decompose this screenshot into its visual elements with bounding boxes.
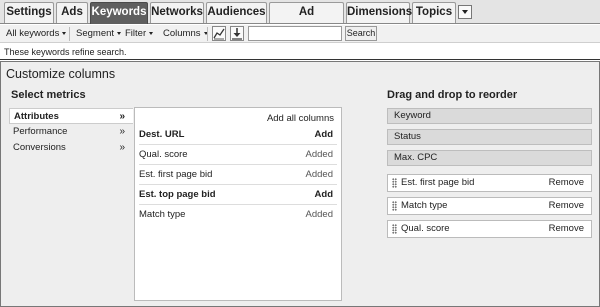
metric-row-est-first-page-bid: Est. first page bid Added <box>139 165 337 185</box>
tab-ads[interactable]: Ads <box>56 2 88 23</box>
metric-row-est-top-page-bid: Est. top page bid Add <box>139 185 337 205</box>
metric-name: Est. first page bid <box>139 169 213 180</box>
metric-added-status: Added <box>305 209 333 220</box>
remove-column-link[interactable]: Remove <box>549 198 584 214</box>
reorder-heading: Drag and drop to reorder <box>387 89 518 101</box>
filter-dropdown[interactable]: Filter <box>125 25 154 43</box>
category-attributes[interactable]: Attributes » <box>9 108 133 124</box>
category-label: Attributes <box>14 111 59 122</box>
double-chevron-right-icon: » <box>119 111 125 122</box>
download-icon <box>232 28 242 40</box>
metric-row-match-type: Match type Added <box>139 205 337 225</box>
chevron-down-icon <box>62 31 67 35</box>
filter-label: Filter <box>125 28 147 39</box>
metric-name: Match type <box>139 209 186 220</box>
tab-dimensions[interactable]: Dimensions <box>346 2 412 23</box>
drag-handle-icon[interactable] <box>392 224 397 234</box>
column-label: Est. first page bid <box>401 177 475 188</box>
category-conversions[interactable]: Conversions » <box>9 140 133 156</box>
tab-keywords[interactable]: Keywords <box>90 2 148 24</box>
fixed-column-max-cpc: Max. CPC <box>387 150 592 166</box>
metric-name: Dest. URL <box>139 129 185 140</box>
tab-bar: Settings Ads Keywords Networks Audiences… <box>0 0 600 37</box>
add-metric-link[interactable]: Add <box>315 129 333 140</box>
category-label: Conversions <box>13 142 66 153</box>
chevron-down-icon <box>149 31 154 35</box>
fixed-column-keyword: Keyword <box>387 108 592 124</box>
double-chevron-right-icon: » <box>119 126 125 137</box>
column-label: Match type <box>401 200 448 211</box>
select-metrics-heading: Select metrics <box>11 89 86 101</box>
tab-ad-extensions[interactable]: Ad extensions <box>269 2 344 37</box>
keyword-hint-text: These keywords refine search. <box>0 44 600 60</box>
metrics-list: Add all columns Dest. URL Add Qual. scor… <box>134 107 342 301</box>
draggable-column-match-type[interactable]: Match type Remove <box>387 197 592 215</box>
segment-dropdown[interactable]: Segment <box>76 25 122 43</box>
category-performance[interactable]: Performance » <box>9 124 133 140</box>
graph-toggle-button[interactable] <box>212 26 226 41</box>
remove-column-link[interactable]: Remove <box>549 221 584 237</box>
tab-audiences[interactable]: Audiences <box>206 2 267 23</box>
panel-title: Customize columns <box>6 67 116 81</box>
search-input[interactable] <box>248 26 342 41</box>
toolbar-divider <box>207 27 208 41</box>
columns-dropdown[interactable]: Columns <box>163 25 208 43</box>
draggable-column-est-first-page-bid[interactable]: Est. first page bid Remove <box>387 174 592 192</box>
customize-columns-panel: Customize columns Select metrics Drag an… <box>0 61 600 307</box>
tab-networks[interactable]: Networks <box>150 2 204 23</box>
drag-handle-icon[interactable] <box>392 178 397 188</box>
tab-settings[interactable]: Settings <box>4 2 54 23</box>
line-graph-icon <box>213 28 225 40</box>
add-all-columns-link[interactable]: Add all columns <box>267 113 334 124</box>
all-keywords-dropdown[interactable]: All keywords <box>6 25 67 43</box>
download-button[interactable] <box>230 26 244 41</box>
toolbar: All keywords Segment Filter Columns Sear… <box>0 25 600 43</box>
segment-label: Segment <box>76 28 115 39</box>
metric-name: Qual. score <box>139 149 188 160</box>
more-tabs-dropdown[interactable] <box>458 5 472 19</box>
double-chevron-right-icon: » <box>119 142 125 153</box>
metric-added-status: Added <box>305 149 333 160</box>
category-label: Performance <box>13 126 68 137</box>
fixed-column-status: Status <box>387 129 592 145</box>
metric-name: Est. top page bid <box>139 189 216 200</box>
chevron-down-icon <box>117 31 122 35</box>
tab-topics[interactable]: Topics <box>412 2 456 23</box>
add-metric-link[interactable]: Add <box>315 189 333 200</box>
metric-added-status: Added <box>305 169 333 180</box>
remove-column-link[interactable]: Remove <box>549 175 584 191</box>
search-button[interactable]: Search <box>345 26 377 41</box>
toolbar-divider <box>69 27 70 41</box>
metric-row-dest-url: Dest. URL Add <box>139 125 337 145</box>
drag-handle-icon[interactable] <box>392 201 397 211</box>
draggable-column-qual-score[interactable]: Qual. score Remove <box>387 220 592 238</box>
all-keywords-label: All keywords <box>6 28 60 39</box>
columns-label: Columns <box>163 28 201 39</box>
metric-row-qual-score: Qual. score Added <box>139 145 337 165</box>
column-label: Qual. score <box>401 223 450 234</box>
